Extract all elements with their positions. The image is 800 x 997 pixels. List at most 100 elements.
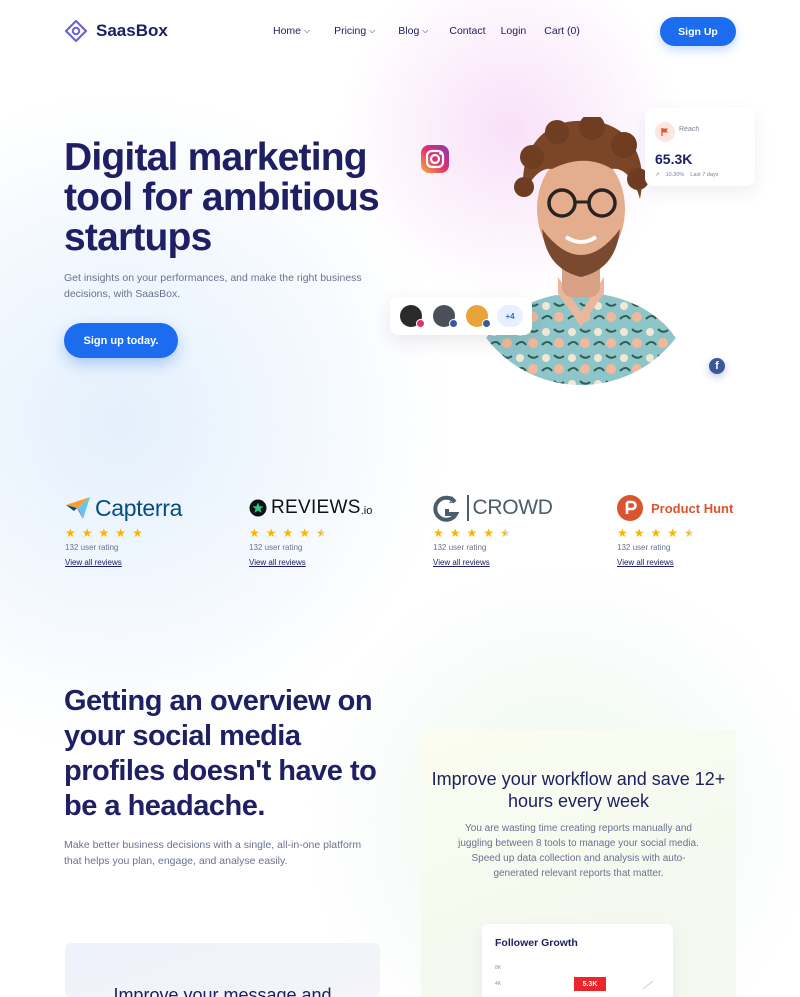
view-reviews-link[interactable]: View all reviews (249, 558, 306, 567)
hero-signup-button[interactable]: Sign up today. (64, 323, 178, 358)
instagram-icon (421, 145, 449, 173)
overview-title: Getting an overview on your social media… (64, 685, 377, 822)
reviews-io-star-icon (249, 499, 267, 517)
avatar (400, 305, 425, 328)
view-reviews-link[interactable]: View all reviews (433, 558, 490, 567)
star-rating: ★ ★ ★ ★ ★ (617, 526, 777, 540)
avatar (433, 305, 458, 328)
star-icon: ★ (65, 526, 76, 540)
nav-pricing-label: Pricing (334, 25, 367, 37)
star-icon: ★ (433, 526, 444, 540)
nav-contact-label: Contact (449, 25, 486, 37)
rating-product-hunt: Product Hunt ★ ★ ★ ★ ★ 132 user rating View … (617, 493, 777, 570)
nav-contact[interactable]: Contact (449, 25, 485, 37)
star-half-icon: ★ (316, 526, 327, 540)
nav-cart[interactable]: Cart (0) (544, 25, 580, 37)
product-hunt-wordmark: Product Hunt (651, 500, 734, 516)
highlight-value-badge: 5.3K (574, 977, 606, 991)
star-half-icon: ★ (500, 526, 511, 540)
reach-stat-card: Reach 65.3K ↗ 10.30% Last 7 days (645, 108, 755, 186)
capterra-icon (66, 497, 90, 519)
follower-growth-card: Follower Growth 8K 4K 5.3K (482, 924, 673, 997)
nav-cart-label: Cart (0) (544, 25, 580, 37)
reach-value: 65.3K (655, 151, 693, 167)
nav-login[interactable]: Login (501, 25, 527, 37)
view-reviews-link[interactable]: View all reviews (617, 558, 674, 567)
rating-reviews-io: REVIEWS .io ★ ★ ★ ★ ★ 132 user rating View al… (249, 493, 409, 570)
workflow-card: Improve your workflow and save 12+ hours… (421, 730, 736, 997)
g2-crowd-wordmark: CROWD (472, 496, 553, 519)
logo-icon (64, 20, 88, 42)
product-hunt-logo: Product Hunt (617, 493, 777, 523)
g2-crowd-logo: 2 CROWD (433, 493, 593, 523)
star-icon: ★ (633, 526, 645, 540)
star-half-icon: ★ (684, 526, 695, 540)
workflow-title: Improve your workflow and save 12+ hours… (431, 769, 726, 811)
facebook-badge-icon (449, 319, 458, 328)
star-icon: ★ (98, 526, 110, 540)
instagram-badge-icon (416, 319, 425, 328)
star-icon: ★ (667, 526, 679, 540)
reviews-io-wordmark: REVIEWS (271, 497, 361, 518)
star-icon: ★ (115, 526, 127, 540)
more-avatars-count[interactable]: +4 (497, 305, 523, 327)
main-nav: Home ⌵ Pricing ⌵ Blog ⌵ Contact Login Ca… (273, 25, 580, 37)
chevron-down-icon: ⌵ (369, 26, 376, 35)
reviews-io-logo: REVIEWS .io (249, 493, 409, 523)
nav-blog-label: Blog (398, 25, 420, 37)
rating-count: 132 user rating (65, 543, 119, 552)
overview-subtitle: Make better business decisions with a si… (64, 839, 362, 867)
star-rating: ★ ★ ★ ★ ★ (433, 526, 593, 540)
reach-period: Last 7 days (690, 172, 719, 178)
avatar (466, 305, 491, 328)
capterra-logo: Capterra (65, 493, 225, 523)
capterra-wordmark: Capterra (95, 494, 183, 521)
star-icon: ★ (617, 526, 628, 540)
nav-blog[interactable]: Blog ⌵ (398, 25, 428, 37)
star-icon: ★ (299, 526, 311, 540)
svg-text:2: 2 (449, 495, 454, 505)
star-icon: ★ (483, 526, 495, 540)
star-icon: ★ (132, 526, 143, 540)
rating-count: 132 user rating (433, 543, 487, 552)
reviews-io-suffix: .io (360, 505, 373, 517)
y-tick-label: 4K (495, 981, 502, 987)
workflow-subtitle: You are wasting time creating reports ma… (458, 823, 699, 879)
signup-button[interactable]: Sign Up (660, 17, 736, 46)
reach-meta: ↗ 10.30% Last 7 days (655, 172, 718, 178)
reach-label: Reach (679, 126, 700, 133)
chevron-down-icon: ⌵ (422, 26, 429, 35)
message-card: Improve your message and (65, 943, 380, 997)
message-card-title: Improve your message and (113, 985, 332, 997)
nav-login-label: Login (500, 25, 527, 37)
rating-count: 132 user rating (249, 543, 303, 552)
rating-capterra: Capterra ★ ★ ★ ★ ★ 132 user rating View all … (65, 493, 225, 570)
rating-count: 132 user rating (617, 543, 671, 552)
nav-home-label: Home (273, 25, 302, 37)
hero-subtitle: Get insights on your performances, and m… (64, 272, 362, 300)
nav-pricing[interactable]: Pricing ⌵ (334, 25, 375, 37)
facebook-badge-icon (482, 319, 491, 328)
rating-g2-crowd: 2 CROWD ★ ★ ★ ★ ★ 132 user rating View all r… (433, 493, 593, 570)
facebook-icon: f (709, 358, 725, 374)
brand-logo[interactable]: SaasBox (64, 20, 168, 42)
product-hunt-icon (617, 495, 643, 521)
star-rating: ★ ★ ★ ★ ★ (249, 526, 409, 540)
star-icon: ★ (282, 526, 294, 540)
arrow-up-icon: ↗ (655, 172, 660, 178)
star-icon: ★ (650, 526, 662, 540)
trend-line-icon (642, 980, 654, 990)
flag-icon (655, 122, 675, 142)
hero-title: Digital marketing tool for ambitious sta… (64, 136, 380, 259)
y-tick-label: 8K (495, 965, 502, 971)
nav-home[interactable]: Home ⌵ (273, 25, 310, 37)
view-reviews-link[interactable]: View all reviews (65, 558, 122, 567)
g2-icon: 2 (433, 495, 460, 522)
chevron-down-icon: ⌵ (304, 26, 311, 35)
star-icon: ★ (265, 526, 277, 540)
star-icon: ★ (249, 526, 260, 540)
star-rating: ★ ★ ★ ★ ★ (65, 526, 225, 540)
star-icon: ★ (81, 526, 93, 540)
star-icon: ★ (449, 526, 461, 540)
star-icon: ★ (466, 526, 478, 540)
